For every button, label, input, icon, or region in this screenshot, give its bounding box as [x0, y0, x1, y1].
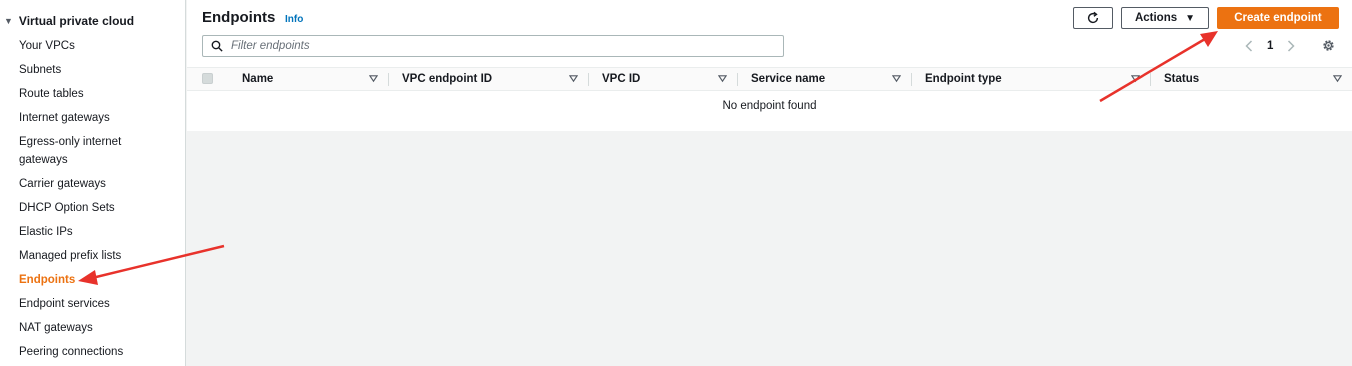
pagination: 1 — [1245, 36, 1295, 56]
current-page-number[interactable]: 1 — [1267, 40, 1273, 52]
column-header-status[interactable]: Status — [1150, 68, 1352, 90]
previous-page-button[interactable] — [1245, 40, 1253, 52]
table-header: Name VPC endpoint ID VPC ID Service name — [187, 67, 1352, 91]
main-content: Endpoints Info Actions ▼ Create endpoint — [187, 0, 1352, 366]
chevron-left-icon — [1245, 40, 1253, 52]
sidebar-item-egress-only-internet-gateways[interactable]: Egress-only internet gateways — [19, 133, 139, 169]
column-header-service-name[interactable]: Service name — [737, 68, 911, 90]
sidebar-item-subnets[interactable]: Subnets — [19, 61, 169, 79]
sidebar-item-your-vpcs[interactable]: Your VPCs — [19, 37, 169, 55]
column-label-status: Status — [1164, 73, 1200, 85]
sort-icon — [892, 75, 901, 83]
column-header-endpoint-type[interactable]: Endpoint type — [911, 68, 1150, 90]
column-divider[interactable] — [737, 73, 738, 86]
filter-endpoints-input[interactable] — [229, 39, 773, 53]
sidebar-item-dhcp-option-sets[interactable]: DHCP Option Sets — [19, 199, 169, 217]
column-label-service-name: Service name — [751, 73, 826, 85]
caret-down-icon: ▼ — [4, 16, 13, 26]
column-label-name: Name — [242, 73, 274, 85]
sort-icon — [1333, 75, 1342, 83]
endpoints-table-container: Endpoints Info Actions ▼ Create endpoint — [187, 0, 1352, 131]
column-header-name[interactable]: Name — [228, 68, 388, 90]
sidebar-item-endpoint-services[interactable]: Endpoint services — [19, 295, 169, 313]
sidebar-item-endpoints[interactable]: Endpoints — [19, 271, 169, 289]
sidebar-item-route-tables[interactable]: Route tables — [19, 85, 169, 103]
sort-icon — [369, 75, 378, 83]
column-header-vpc-endpoint-id[interactable]: VPC endpoint ID — [388, 68, 588, 90]
sort-icon — [1131, 75, 1140, 83]
sidebar-item-managed-prefix-lists[interactable]: Managed prefix lists — [19, 247, 169, 265]
column-header-vpc-id[interactable]: VPC ID — [588, 68, 737, 90]
sidebar-section-vpc[interactable]: ▼ Virtual private cloud — [4, 13, 134, 29]
next-page-button[interactable] — [1287, 40, 1295, 52]
chevron-right-icon — [1288, 40, 1295, 52]
select-all-checkbox[interactable] — [202, 73, 213, 84]
page-title: Endpoints — [202, 9, 276, 26]
gear-icon — [1323, 40, 1334, 51]
sort-icon — [718, 75, 727, 83]
actions-dropdown-button[interactable]: Actions ▼ — [1121, 7, 1209, 29]
column-label-vpc-endpoint-id: VPC endpoint ID — [402, 73, 493, 85]
sidebar-item-internet-gateways[interactable]: Internet gateways — [19, 109, 169, 127]
empty-table-message: No endpoint found — [722, 100, 817, 112]
sort-icon — [569, 75, 578, 83]
table-settings-button[interactable] — [1321, 38, 1336, 58]
filter-search-box[interactable] — [202, 35, 784, 57]
refresh-icon — [1087, 11, 1099, 24]
search-icon — [211, 40, 223, 52]
column-divider[interactable] — [911, 73, 912, 86]
column-divider[interactable] — [588, 73, 589, 86]
sidebar-item-elastic-ips[interactable]: Elastic IPs — [19, 223, 169, 241]
column-divider[interactable] — [1150, 73, 1151, 86]
sidebar-section-title: Virtual private cloud — [18, 14, 135, 28]
column-label-vpc-id: VPC ID — [602, 73, 641, 85]
caret-down-icon: ▼ — [1185, 12, 1196, 24]
actions-label: Actions — [1134, 12, 1178, 24]
sidebar-item-nat-gateways[interactable]: NAT gateways — [19, 319, 169, 337]
sidebar-item-peering-connections[interactable]: Peering connections — [19, 343, 169, 361]
refresh-button[interactable] — [1073, 7, 1113, 29]
column-label-endpoint-type: Endpoint type — [925, 73, 1002, 85]
sidebar-nav: ▼ Virtual private cloud Your VPCs Subnet… — [0, 0, 186, 366]
info-link[interactable]: Info — [285, 14, 303, 25]
sidebar-item-carrier-gateways[interactable]: Carrier gateways — [19, 175, 169, 193]
create-endpoint-button[interactable]: Create endpoint — [1217, 7, 1339, 29]
column-divider[interactable] — [388, 73, 389, 86]
